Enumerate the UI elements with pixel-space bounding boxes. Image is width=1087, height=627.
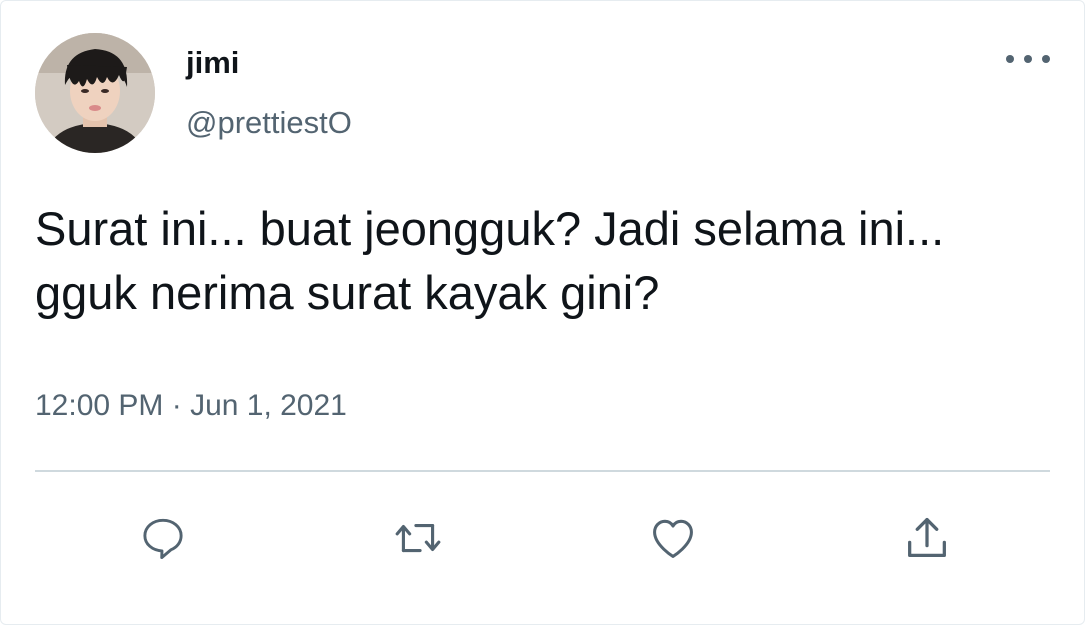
retweet-button[interactable] <box>386 506 450 570</box>
more-horizontal-icon <box>1042 55 1050 63</box>
avatar-image <box>35 33 155 153</box>
user-handle[interactable]: @prettiestO <box>186 107 352 138</box>
more-horizontal-icon <box>1024 55 1032 63</box>
divider <box>35 470 1050 472</box>
heart-icon <box>653 519 693 558</box>
retweet-icon <box>395 523 441 553</box>
tweet-text: Surat ini... buat jeongguk? Jadi selama … <box>35 202 945 319</box>
more-horizontal-icon <box>1006 55 1014 63</box>
tweet-timestamp[interactable]: 12:00 PM · Jun 1, 2021 <box>35 391 347 421</box>
tweet-card: jimi @prettiestO Surat ini... buat jeong… <box>0 0 1085 625</box>
display-name[interactable]: jimi <box>186 47 239 78</box>
share-icon <box>908 517 946 557</box>
tweet-actions <box>1 506 1084 570</box>
like-button[interactable] <box>641 506 705 570</box>
reply-button[interactable] <box>131 506 195 570</box>
more-options-button[interactable] <box>1006 47 1050 71</box>
share-button[interactable] <box>895 506 959 570</box>
reply-icon <box>143 518 183 560</box>
avatar[interactable] <box>35 33 155 153</box>
